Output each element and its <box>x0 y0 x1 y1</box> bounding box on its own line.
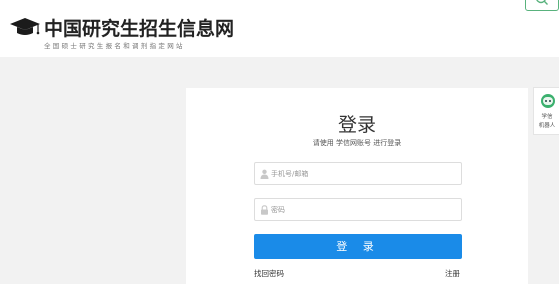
lock-icon <box>261 205 268 215</box>
password-field[interactable] <box>254 198 462 221</box>
chat-robot-widget[interactable]: 学信 机器人 <box>533 87 559 135</box>
search-icon <box>536 0 548 5</box>
search-button[interactable] <box>525 0 559 11</box>
user-icon <box>260 169 269 179</box>
register-link[interactable]: 注册 <box>445 268 460 279</box>
graduation-cap-icon <box>10 18 40 35</box>
login-button[interactable]: 登 录 <box>254 234 462 259</box>
robot-icon <box>541 94 555 108</box>
robot-label-line2: 机器人 <box>538 123 556 129</box>
forgot-password-link[interactable]: 找回密码 <box>254 268 284 279</box>
site-header: 中国研究生招生信息网 全国硕士研究生报名和调剂指定网站 <box>0 0 559 57</box>
password-input[interactable] <box>271 199 457 220</box>
robot-label-line1: 学信 <box>541 114 553 120</box>
site-subtitle: 全国硕士研究生报名和调剂指定网站 <box>44 42 185 50</box>
login-title: 登录 <box>337 114 376 136</box>
username-input[interactable] <box>271 163 457 184</box>
username-field[interactable] <box>254 162 462 185</box>
login-hint: 请使用 学信网账号 进行登录 <box>312 139 402 147</box>
site-title: 中国研究生招生信息网 <box>44 18 235 40</box>
